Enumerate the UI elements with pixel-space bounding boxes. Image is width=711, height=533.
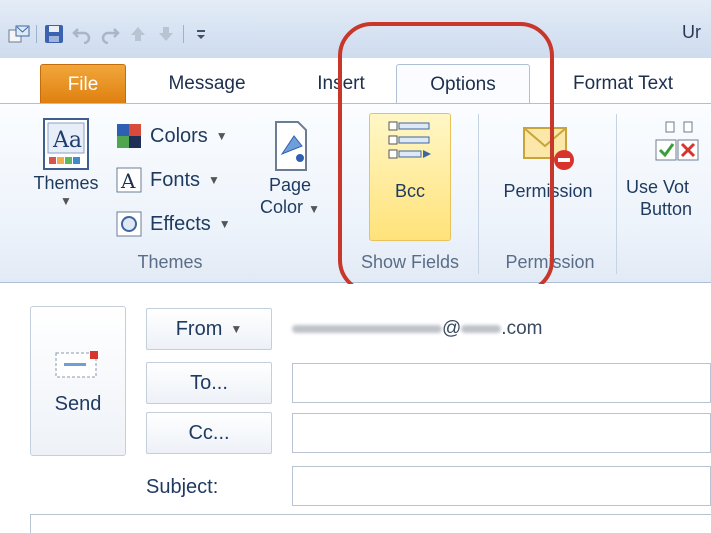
- send-envelope-icon: [55, 350, 98, 377]
- message-body[interactable]: [30, 514, 711, 533]
- bcc-button-content[interactable]: Bcc: [369, 118, 451, 202]
- chevron-down-icon: ▼: [208, 173, 220, 187]
- themes-button[interactable]: Aa Themes ▼: [22, 116, 110, 208]
- fonts-label: Fonts: [150, 168, 201, 191]
- fonts-button[interactable]: A Fonts ▼: [116, 162, 220, 198]
- bcc-label: Bcc: [394, 181, 425, 201]
- group-separator: [478, 114, 479, 274]
- to-button[interactable]: To...: [146, 362, 272, 404]
- from-button[interactable]: From ▼: [146, 308, 272, 350]
- from-value-suffix: .com: [501, 318, 543, 339]
- page-color-label-row: Color ▼: [260, 196, 320, 220]
- chevron-down-icon: ▼: [308, 202, 320, 216]
- redacted-text: [292, 325, 442, 333]
- down-arrow-icon[interactable]: [155, 23, 177, 45]
- effects-label: Effects: [150, 212, 211, 235]
- themes-group-label: Themes: [137, 252, 203, 272]
- ribbon: Aa Themes ▼ Colors ▼ A Fonts ▼ Effects ▼: [0, 103, 711, 283]
- up-arrow-icon[interactable]: [127, 23, 149, 45]
- page-color-label-line1: Page: [268, 175, 312, 195]
- permission-button[interactable]: Permission: [488, 118, 608, 202]
- redacted-text: [461, 325, 502, 333]
- bcc-icon: [388, 121, 431, 159]
- show-fields-group-label: Show Fields: [360, 252, 460, 272]
- window-title: Ur: [682, 22, 701, 42]
- permission-label: Permission: [503, 181, 593, 201]
- use-voting-buttons-button[interactable]: Use Vot Button: [626, 118, 711, 220]
- cc-field[interactable]: [292, 413, 711, 453]
- group-separator: [616, 114, 617, 274]
- chevron-down-icon: ▼: [60, 194, 72, 208]
- send-button[interactable]: Send: [30, 306, 126, 456]
- ribbon-tabs: File Message Insert Options Format Text: [0, 58, 711, 105]
- page-color-icon: [275, 121, 307, 171]
- page-color-label-line2: Color: [260, 197, 304, 217]
- cc-label: Cc...: [188, 421, 230, 444]
- qat-separator: [36, 25, 37, 43]
- send-label: Send: [54, 392, 102, 415]
- tab-message[interactable]: Message: [146, 64, 268, 104]
- voting-label-line1: Use Vot: [626, 177, 690, 197]
- from-value: @ .com: [292, 318, 542, 340]
- tab-file[interactable]: File: [40, 64, 126, 104]
- voting-buttons-icon: [655, 121, 699, 161]
- voting-label-line2: Button: [640, 199, 693, 219]
- themes-button-label: Themes: [33, 173, 99, 193]
- chevron-down-icon: ▼: [218, 217, 231, 231]
- svg-text:A: A: [120, 169, 136, 193]
- to-label: To...: [190, 371, 228, 394]
- tab-insert[interactable]: Insert: [298, 64, 384, 104]
- to-field[interactable]: [292, 363, 711, 403]
- customize-qat-icon[interactable]: [190, 23, 212, 45]
- tab-format-text[interactable]: Format Text: [548, 64, 698, 104]
- colors-label: Colors: [150, 124, 208, 147]
- effects-icon: [116, 211, 142, 237]
- outlook-icon[interactable]: [8, 23, 30, 45]
- effects-button[interactable]: Effects ▼: [116, 206, 231, 242]
- page-color-button[interactable]: Page Color ▼: [250, 118, 330, 220]
- subject-field[interactable]: [292, 466, 711, 506]
- chevron-down-icon: ▼: [215, 129, 228, 143]
- chevron-down-icon: ▼: [230, 322, 243, 336]
- colors-icon: [117, 124, 141, 148]
- permission-icon: [523, 127, 574, 170]
- title-bar: Ur: [0, 0, 711, 58]
- redo-icon[interactable]: [99, 23, 121, 45]
- qat-separator: [183, 25, 184, 43]
- subject-label: Subject:: [146, 476, 219, 498]
- cc-button[interactable]: Cc...: [146, 412, 272, 454]
- tab-options[interactable]: Options: [396, 64, 530, 105]
- quick-access-toolbar: [8, 22, 212, 46]
- svg-text:Aa: Aa: [52, 128, 82, 153]
- from-value-at: @: [442, 318, 462, 339]
- from-label: From: [175, 317, 223, 340]
- fonts-icon: A: [116, 167, 142, 193]
- themes-icon: Aa: [43, 118, 89, 170]
- colors-button[interactable]: Colors ▼: [116, 118, 228, 154]
- save-icon[interactable]: [43, 23, 65, 45]
- permission-group-label: Permission: [505, 252, 595, 272]
- group-separator: [340, 114, 341, 274]
- undo-icon[interactable]: [71, 23, 93, 45]
